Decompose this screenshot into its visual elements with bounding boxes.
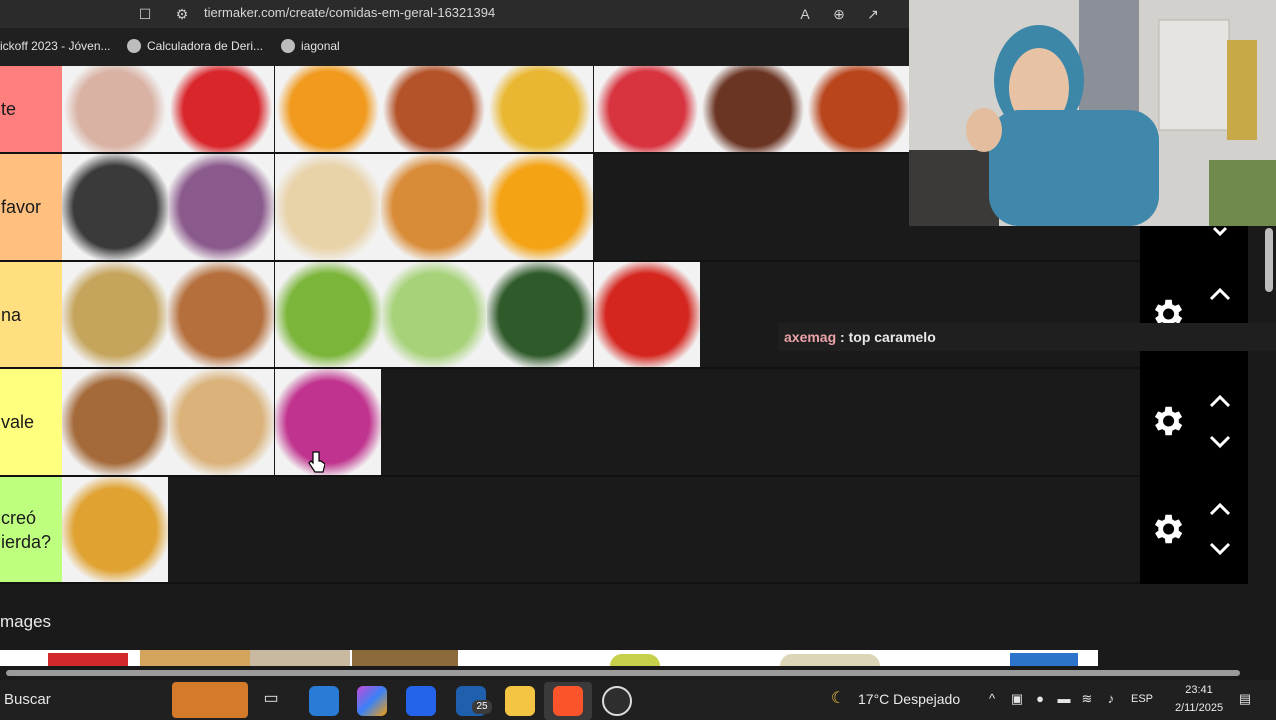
zoom-icon[interactable]: ⊕	[830, 5, 848, 23]
tier-label-text: te	[1, 99, 17, 119]
tier-item-cabbage[interactable]	[381, 262, 487, 367]
chat-text: top caramelo	[848, 329, 936, 345]
chat-username: axemag	[784, 329, 837, 345]
bookmarks-bar: ickoff 2023 - Jóven... Calculadora de De…	[0, 28, 910, 66]
weather-text[interactable]: 17°C Despejado	[858, 691, 960, 707]
webcam-overlay	[909, 0, 1276, 226]
store-icon[interactable]	[406, 686, 436, 716]
chevron-down-icon[interactable]	[1206, 226, 1234, 236]
volume-icon[interactable]: ♪	[1102, 690, 1120, 708]
bookmark-icon[interactable]: ☐	[136, 5, 154, 23]
pool-item[interactable]	[780, 654, 880, 666]
pool-item[interactable]	[610, 654, 660, 666]
tier-label-text: favor	[1, 197, 42, 217]
tier-item-pizza[interactable]	[381, 66, 487, 152]
vertical-scroll-thumb[interactable]	[1265, 228, 1273, 292]
mail-badge: 25	[472, 700, 492, 714]
tier-row-divider	[0, 475, 1140, 477]
network-status-icon[interactable]: ▣	[1008, 690, 1026, 708]
tier-label[interactable]: creó ierda?	[0, 477, 62, 582]
tier-item-potatoes[interactable]	[168, 262, 274, 367]
pool-item[interactable]	[48, 653, 128, 666]
tier-item-ice-cream[interactable]	[62, 66, 168, 152]
chat-separator: :	[836, 329, 849, 345]
tier-label[interactable]: na	[0, 262, 62, 367]
move-up-icon[interactable]	[1206, 500, 1234, 518]
copilot-icon[interactable]	[357, 686, 387, 716]
gear-icon[interactable]	[1148, 402, 1186, 440]
hand-cursor-icon	[308, 451, 325, 473]
move-down-icon[interactable]	[1206, 540, 1234, 558]
bookmark-item[interactable]: ickoff 2023 - Jóven...	[0, 39, 111, 53]
url-text[interactable]: tiermaker.com/create/comidas-em-geral-16…	[204, 5, 495, 20]
site-settings-icon[interactable]: ⚙	[173, 5, 191, 23]
tier-item-grapes[interactable]	[168, 154, 274, 260]
bookmark-item[interactable]: iagonal	[281, 39, 340, 53]
move-down-icon[interactable]	[1206, 433, 1234, 451]
tier-item-toast[interactable]	[62, 154, 168, 260]
vscode-icon[interactable]	[309, 686, 339, 716]
language-indicator[interactable]: ESP	[1131, 693, 1153, 705]
bookmark-favicon-icon	[127, 39, 141, 53]
tier-label[interactable]: te	[0, 66, 62, 152]
search-highlight-image	[172, 682, 248, 718]
tier-label[interactable]: vale	[0, 369, 62, 475]
tier-item-cashews[interactable]	[168, 369, 274, 475]
tier-label-text: vale	[1, 412, 35, 432]
bookmark-item[interactable]: Calculadora de Deri...	[127, 39, 263, 53]
tier-item-pastel[interactable]	[275, 154, 381, 260]
tier-item-coxinha[interactable]	[381, 154, 487, 260]
clock-time[interactable]: 23:41	[1175, 684, 1223, 696]
translate-icon[interactable]: A	[796, 5, 814, 23]
tray-overflow-icon[interactable]: ^	[983, 690, 1001, 708]
moon-weather-icon: ☾	[830, 690, 846, 707]
tier-item-almonds[interactable]	[62, 369, 168, 475]
tier-item-zucchini[interactable]	[487, 262, 593, 367]
bookmark-label: iagonal	[301, 39, 340, 53]
globe-icon	[281, 39, 295, 53]
battery-icon[interactable]: ▬	[1055, 690, 1073, 708]
tier-item-cake[interactable]	[62, 477, 168, 582]
file-explorer-icon[interactable]	[505, 686, 535, 716]
tier-item-spaghetti[interactable]	[806, 66, 912, 152]
image-pool-strip	[0, 650, 1098, 666]
tier-row-divider	[0, 582, 1140, 584]
tier-item-kebab[interactable]	[700, 66, 806, 152]
tier-item-cheetos[interactable]	[275, 66, 381, 152]
share-icon[interactable]: ↗	[864, 5, 882, 23]
tier-item-potato-wedges[interactable]	[62, 262, 168, 367]
clock-date[interactable]: 2/11/2025	[1170, 702, 1228, 714]
image-pool-title: mages	[0, 612, 52, 631]
pool-item[interactable]	[250, 650, 350, 666]
horizontal-scroll-thumb[interactable]	[6, 670, 1240, 676]
webcam-image	[909, 0, 1276, 226]
tier-item-peppers[interactable]	[594, 262, 700, 367]
tier-item-watermelon[interactable]	[594, 66, 700, 152]
pool-item[interactable]	[352, 650, 458, 666]
task-view-icon[interactable]: ▭	[262, 690, 280, 708]
tier-item-salad[interactable]	[275, 262, 381, 367]
tier-item-orange[interactable]	[487, 154, 593, 260]
tier-item-candy[interactable]	[275, 369, 381, 475]
microphone-icon[interactable]: ●	[1031, 690, 1049, 708]
tier-item-pringles[interactable]	[168, 66, 274, 152]
pool-item[interactable]	[140, 650, 250, 666]
pool-item[interactable]	[1010, 653, 1078, 666]
tier-label[interactable]: favor	[0, 154, 62, 260]
gear-icon[interactable]	[1148, 510, 1186, 548]
tier-label-text: na	[1, 304, 22, 325]
tier-item-fries[interactable]	[487, 66, 593, 152]
obs-icon[interactable]	[602, 686, 632, 716]
bookmark-label: ickoff 2023 - Jóven...	[0, 39, 111, 53]
chat-message: axemag : top caramelo	[778, 323, 1276, 351]
tier-label-text: creó ierda?	[1, 507, 52, 552]
bookmark-label: Calculadora de Deri...	[147, 39, 264, 53]
wifi-icon[interactable]: ≋	[1078, 690, 1096, 708]
taskbar-search[interactable]: Buscar	[4, 691, 51, 708]
move-up-icon[interactable]	[1206, 392, 1234, 410]
move-up-icon[interactable]	[1206, 285, 1234, 303]
notifications-icon[interactable]: ▤	[1236, 690, 1254, 708]
brave-browser-icon[interactable]	[553, 686, 583, 716]
